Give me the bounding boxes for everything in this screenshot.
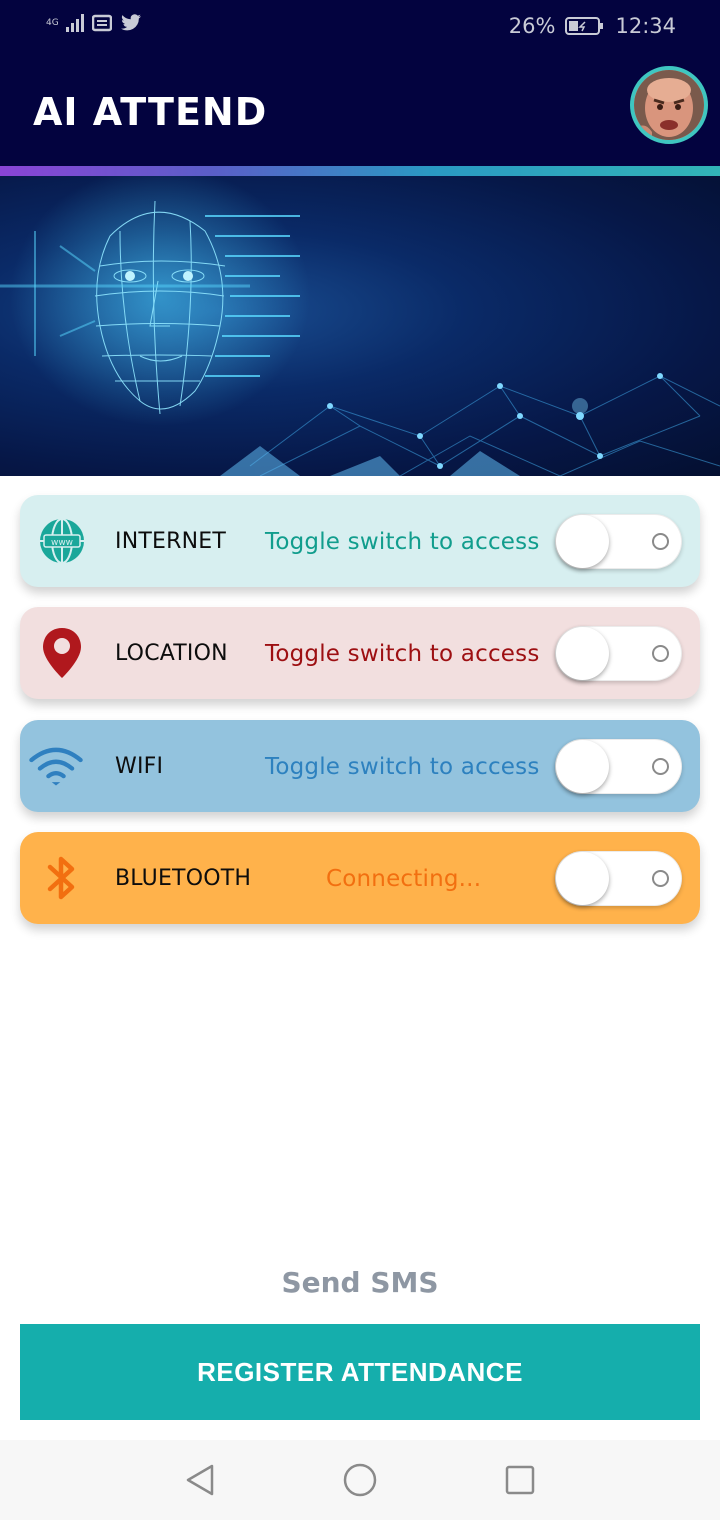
location-pin-icon bbox=[34, 625, 90, 681]
wifi-permission-card: WIFI Toggle switch to access bbox=[20, 720, 700, 812]
back-icon[interactable] bbox=[180, 1462, 220, 1498]
profile-avatar[interactable] bbox=[630, 66, 708, 144]
bluetooth-status: Connecting... bbox=[326, 866, 482, 892]
internet-permission-card: www INTERNET Toggle switch to access bbox=[20, 495, 700, 587]
system-nav-bar bbox=[0, 1440, 720, 1520]
svg-text:www: www bbox=[51, 538, 73, 548]
internet-label: INTERNET bbox=[115, 529, 226, 554]
bluetooth-icon bbox=[34, 850, 90, 906]
bluetooth-permission-card: BLUETOOTH Connecting... bbox=[20, 832, 700, 924]
location-permission-card: LOCATION Toggle switch to access bbox=[20, 607, 700, 699]
globe-www-icon: www bbox=[34, 513, 90, 569]
register-attendance-button[interactable]: REGISTER ATTENDANCE bbox=[20, 1324, 700, 1420]
app-header: 4G 26% 12:34 AI ATTEND bbox=[0, 0, 720, 166]
twitter-icon bbox=[121, 14, 141, 31]
app-title: AI ATTEND bbox=[33, 90, 268, 134]
location-toggle[interactable] bbox=[555, 626, 682, 681]
battery-icon bbox=[565, 17, 604, 35]
location-label: LOCATION bbox=[115, 641, 228, 666]
home-icon[interactable] bbox=[340, 1462, 380, 1498]
battery-percent: 26% bbox=[508, 14, 556, 38]
hero-banner bbox=[0, 176, 720, 476]
message-icon bbox=[92, 14, 112, 32]
recents-icon[interactable] bbox=[500, 1462, 540, 1498]
send-sms-link[interactable]: Send SMS bbox=[0, 1266, 720, 1299]
clock: 12:34 bbox=[615, 14, 676, 38]
wifi-label: WIFI bbox=[115, 754, 164, 779]
signal-icon bbox=[66, 14, 84, 32]
bluetooth-label: BLUETOOTH bbox=[115, 866, 252, 891]
location-status: Toggle switch to access bbox=[265, 641, 540, 667]
wifi-toggle[interactable] bbox=[555, 739, 682, 794]
header-accent-strip bbox=[0, 166, 720, 176]
bluetooth-toggle[interactable] bbox=[555, 851, 682, 906]
internet-status: Toggle switch to access bbox=[265, 529, 540, 555]
wifi-icon bbox=[28, 738, 84, 794]
internet-toggle[interactable] bbox=[555, 514, 682, 569]
face-recognition-illustration bbox=[0, 176, 720, 476]
status-bar: 4G 26% 12:34 bbox=[0, 0, 720, 56]
network-type: 4G bbox=[46, 17, 59, 28]
wifi-status: Toggle switch to access bbox=[265, 754, 540, 780]
